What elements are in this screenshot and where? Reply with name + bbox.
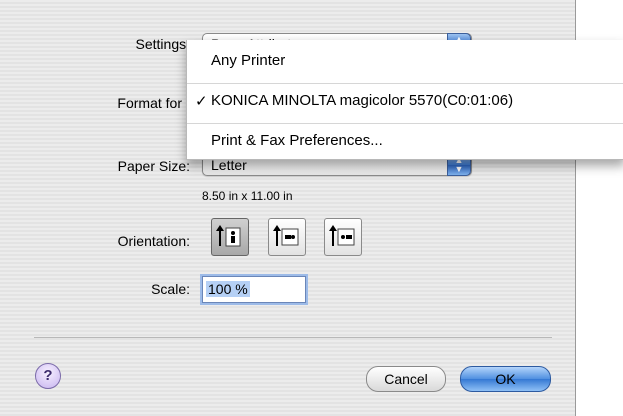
divider (34, 337, 552, 338)
help-button[interactable]: ? (35, 363, 61, 389)
orientation-landscape-right-button[interactable] (324, 218, 362, 256)
menu-item-print-fax-preferences[interactable]: Print & Fax Preferences... (211, 132, 383, 149)
paper-size-label: Paper Size: (117, 158, 190, 174)
ok-button[interactable]: OK (460, 366, 551, 392)
format-for-label: Format for (117, 95, 182, 111)
scale-input[interactable]: 100 % (202, 276, 306, 303)
checkmark-icon: ✓ (195, 93, 208, 110)
landscape-left-icon (273, 225, 299, 246)
menu-separator (187, 83, 623, 84)
portrait-person-icon (216, 225, 241, 247)
settings-label: Settings: (135, 36, 190, 52)
scale-label: Scale: (151, 281, 190, 297)
orientation-landscape-left-button[interactable] (268, 218, 306, 256)
orientation-portrait-button[interactable] (211, 218, 249, 256)
format-for-menu: Any Printer ✓ KONICA MINOLTA magicolor 5… (186, 40, 623, 160)
orientation-label: Orientation: (117, 233, 190, 249)
paper-dimensions: 8.50 in x 11.00 in (202, 189, 293, 203)
cancel-button[interactable]: Cancel (366, 366, 446, 392)
menu-item-konica-minolta[interactable]: KONICA MINOLTA magicolor 5570(C0:01:06) (211, 92, 513, 109)
scale-value: 100 % (206, 281, 250, 297)
landscape-right-icon (329, 225, 355, 246)
menu-item-any-printer[interactable]: Any Printer (211, 52, 285, 69)
menu-separator (187, 123, 623, 124)
